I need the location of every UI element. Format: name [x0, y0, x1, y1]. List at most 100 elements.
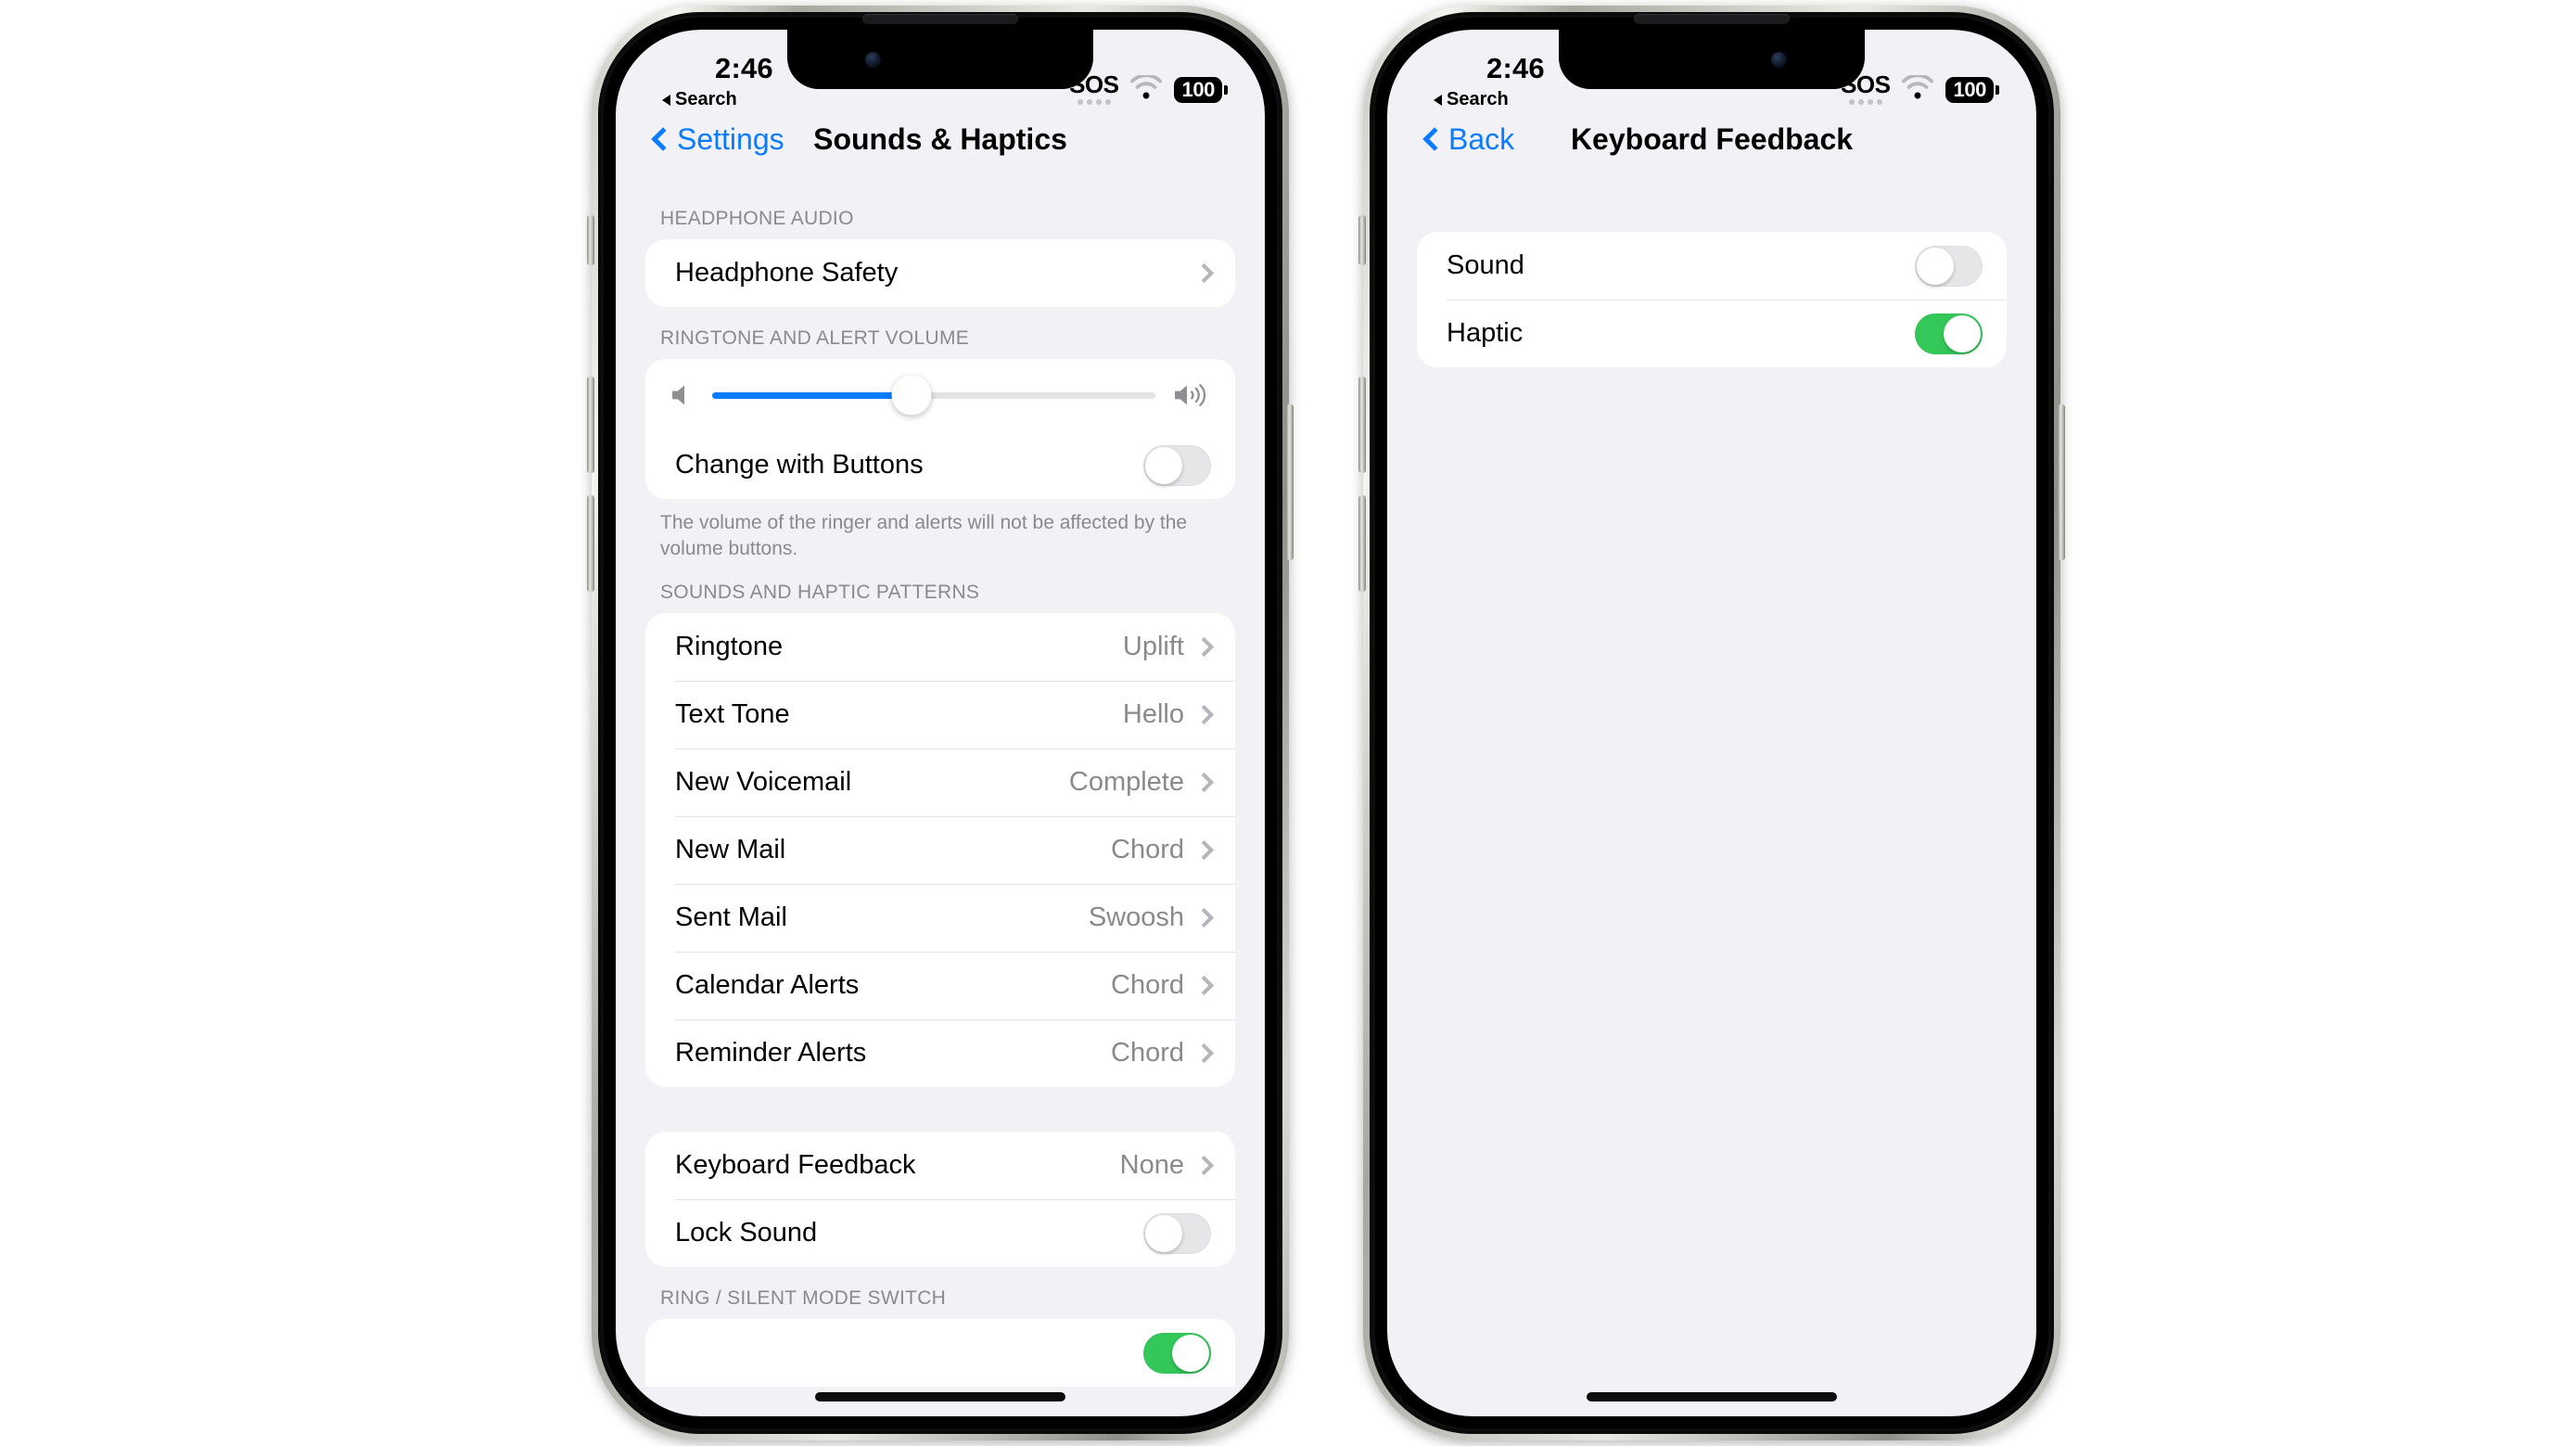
row-value: Uplift: [1122, 632, 1184, 662]
chevron-right-icon: [1193, 976, 1215, 996]
row-value: Hello: [1122, 699, 1184, 730]
row-haptic[interactable]: Haptic: [1417, 300, 2007, 367]
toggle-knob: [1917, 247, 1954, 285]
back-triangle-icon: [662, 94, 670, 106]
ring-silent-mode-toggle[interactable]: [1143, 1332, 1211, 1374]
group-keyboard-feedback: Sound Haptic: [1417, 232, 2007, 367]
row-label: Sent Mail: [675, 902, 787, 933]
home-indicator[interactable]: [815, 1392, 1065, 1401]
home-indicator[interactable]: [1587, 1392, 1837, 1401]
sound-toggle[interactable]: [1915, 245, 1983, 287]
row-label: Sound: [1447, 250, 1524, 280]
silent-switch-left[interactable]: [587, 215, 594, 265]
volume-slider-fill: [712, 391, 912, 399]
row-change-with-buttons[interactable]: Change with Buttons: [645, 431, 1235, 499]
screen-right: 2:46 Search SOS 100 Back Keyboard Feedba…: [1387, 30, 2036, 1416]
row-new-voicemail[interactable]: New Voicemail Complete: [645, 749, 1235, 816]
row-label: Lock Sound: [675, 1218, 818, 1248]
battery-level-label: 100: [1945, 76, 1994, 103]
battery-icon: 100: [1174, 76, 1228, 103]
row-new-mail[interactable]: New Mail Chord: [645, 816, 1235, 884]
row-label: Change with Buttons: [675, 450, 924, 480]
row-text-tone[interactable]: Text Tone Hello: [645, 681, 1235, 749]
battery-icon: 100: [1945, 76, 1999, 103]
page-title: Sounds & Haptics: [813, 122, 1067, 156]
volume-down-button-left[interactable]: [587, 495, 594, 592]
status-back-to-search[interactable]: Search: [1434, 89, 1509, 110]
nav-bar-left: Settings Sounds & Haptics: [616, 115, 1265, 187]
group-sounds-haptic-patterns: Ringtone Uplift Text Tone Hello New Voic…: [645, 613, 1235, 1088]
group-keyboard-lock: Keyboard Feedback None Lock Sound: [645, 1132, 1235, 1268]
row-calendar-alerts[interactable]: Calendar Alerts Chord: [645, 952, 1235, 1019]
earpiece-speaker-left: [862, 14, 1018, 24]
back-triangle-icon: [1434, 94, 1442, 106]
chevron-right-icon: [1193, 705, 1215, 725]
battery-level-label: 100: [1174, 76, 1222, 103]
speaker-low-icon: [670, 382, 695, 408]
row-value: Complete: [1068, 767, 1184, 798]
phone-left: 2:46 Search SOS 100 Settings Sounds & Ha…: [587, 6, 1294, 1440]
row-label: Haptic: [1447, 318, 1524, 348]
signal-dots-icon: [1848, 99, 1882, 106]
row-label: Keyboard Feedback: [675, 1150, 916, 1181]
status-indicators-right: SOS 100: [1841, 70, 1999, 106]
chevron-right-icon: [1193, 908, 1215, 928]
toggle-knob: [1145, 446, 1182, 484]
volume-slider-thumb[interactable]: [891, 375, 932, 416]
group-headphone-audio: Headphone Safety: [645, 239, 1235, 307]
nav-bar-right: Back Keyboard Feedback: [1387, 115, 2036, 187]
row-value: Chord: [1111, 835, 1184, 865]
page-title: Keyboard Feedback: [1570, 122, 1854, 156]
chevron-right-icon: [1193, 637, 1215, 658]
volume-slider-track[interactable]: [712, 375, 1155, 416]
wifi-icon: [1130, 73, 1163, 104]
settings-list-left: HEADPHONE AUDIO Headphone Safety RINGTON…: [616, 187, 1265, 1388]
toggle-knob: [1172, 1334, 1209, 1372]
volume-down-button-right[interactable]: [1358, 495, 1366, 592]
chevron-right-icon: [1193, 262, 1215, 284]
status-bar-left: 2:46 Search SOS 100: [616, 30, 1265, 115]
power-button-right[interactable]: [2058, 404, 2065, 560]
group-ring-silent-mode: [645, 1319, 1235, 1388]
row-ring-silent-mode[interactable]: [645, 1319, 1235, 1387]
section-header-ringtone-volume: RINGTONE AND ALERT VOLUME: [660, 327, 970, 349]
sos-label: SOS: [1841, 70, 1891, 98]
toggle-knob: [1145, 1214, 1182, 1252]
chevron-right-icon: [1193, 1156, 1215, 1176]
settings-list-right: Sound Haptic: [1387, 187, 2036, 367]
screenshot-canvas: 2:46 Search SOS 100 Settings Sounds & Ha…: [0, 0, 2576, 1446]
status-bar-right: 2:46 Search SOS 100: [1387, 30, 2036, 115]
row-label: Headphone Safety: [675, 258, 899, 288]
change-with-buttons-toggle[interactable]: [1143, 444, 1211, 486]
row-reminder-alerts[interactable]: Reminder Alerts Chord: [645, 1019, 1235, 1087]
status-back-label: Search: [1447, 89, 1509, 109]
sos-label: SOS: [1069, 70, 1119, 98]
group-ringtone-volume: Change with Buttons: [645, 359, 1235, 499]
chevron-right-icon: [1193, 840, 1215, 861]
row-value: Chord: [1111, 1038, 1184, 1069]
row-headphone-safety[interactable]: Headphone Safety: [645, 239, 1235, 307]
haptic-toggle[interactable]: [1915, 313, 1983, 354]
volume-up-button-right[interactable]: [1358, 377, 1366, 473]
sos-icon: SOS: [1841, 70, 1891, 106]
row-sent-mail[interactable]: Sent Mail Swoosh: [645, 884, 1235, 952]
row-lock-sound[interactable]: Lock Sound: [645, 1199, 1235, 1267]
row-label: Ringtone: [675, 632, 784, 662]
status-back-to-search[interactable]: Search: [662, 89, 737, 110]
screen-left: 2:46 Search SOS 100 Settings Sounds & Ha…: [616, 30, 1265, 1416]
signal-dots-icon: [1077, 99, 1111, 106]
silent-switch-right[interactable]: [1358, 215, 1366, 265]
battery-tip: [1224, 84, 1228, 95]
row-label: New Voicemail: [675, 767, 852, 798]
status-indicators-left: SOS 100: [1069, 70, 1228, 106]
lock-sound-toggle[interactable]: [1143, 1212, 1211, 1254]
section-footer-volume: The volume of the ringer and alerts will…: [660, 512, 1188, 559]
row-sound[interactable]: Sound: [1417, 232, 2007, 300]
power-button-left[interactable]: [1286, 404, 1294, 560]
volume-up-button-left[interactable]: [587, 377, 594, 473]
sos-icon: SOS: [1069, 70, 1119, 106]
toggle-knob: [1944, 314, 1981, 352]
row-ringtone-volume-slider[interactable]: [645, 359, 1235, 431]
row-keyboard-feedback[interactable]: Keyboard Feedback None: [645, 1132, 1235, 1199]
row-ringtone[interactable]: Ringtone Uplift: [645, 613, 1235, 681]
